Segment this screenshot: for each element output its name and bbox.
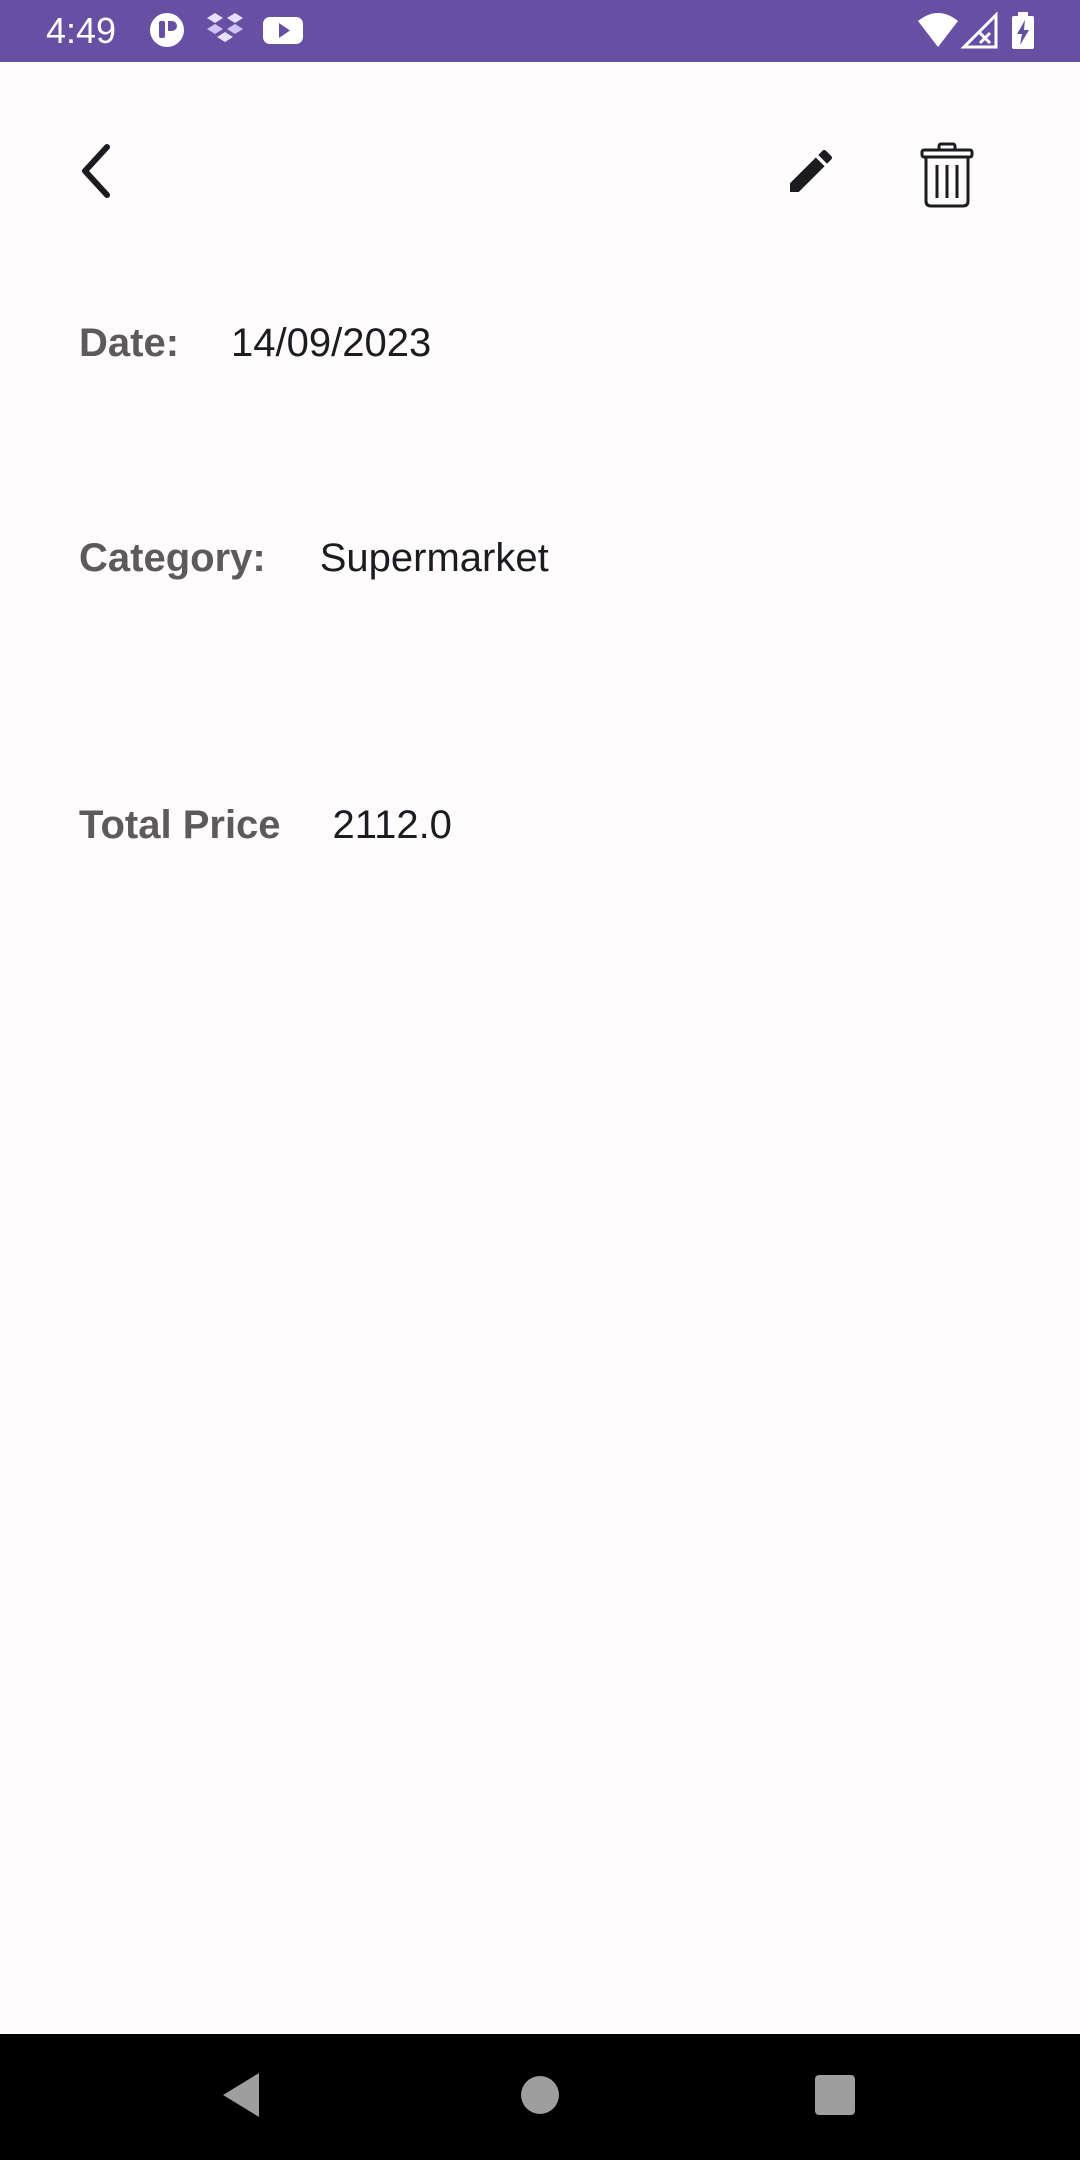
category-value: Supermarket — [319, 535, 549, 580]
date-label: Date: — [79, 320, 180, 365]
category-label: Category: — [79, 535, 266, 580]
trash-icon — [919, 141, 975, 214]
total-price-value: 2112.0 — [332, 802, 452, 847]
dropbox-icon — [204, 11, 248, 51]
youtube-icon — [262, 11, 304, 51]
back-triangle-icon — [219, 2071, 263, 2124]
date-value: 14/09/2023 — [231, 320, 432, 365]
battery-charging-icon — [1010, 11, 1036, 51]
pencil-icon — [783, 143, 839, 204]
total-price-row: Total Price 2112.0 — [79, 795, 452, 855]
status-bar: 4:49 — [0, 0, 1080, 62]
back-button[interactable] — [50, 128, 140, 218]
recents-square-icon — [814, 2074, 856, 2121]
chevron-left-icon — [73, 141, 117, 206]
edit-button[interactable] — [766, 128, 856, 218]
navigation-bar — [0, 2034, 1080, 2160]
delete-button[interactable] — [902, 132, 992, 222]
app-notification-icon — [148, 11, 188, 51]
date-row: Date: 14/09/2023 — [79, 313, 431, 373]
status-time: 4:49 — [46, 10, 117, 51]
category-row: Category: Supermarket — [79, 528, 549, 588]
home-circle-icon — [520, 2075, 560, 2120]
total-price-label: Total Price — [79, 802, 281, 847]
nav-back-button[interactable] — [206, 2062, 276, 2132]
cellular-signal-icon — [960, 11, 1000, 51]
wifi-icon — [916, 11, 960, 51]
nav-recents-button[interactable] — [800, 2062, 870, 2132]
nav-home-button[interactable] — [505, 2062, 575, 2132]
screen: 4:49 Date: 14/09/2023 Category: Supermar… — [0, 0, 1080, 2160]
